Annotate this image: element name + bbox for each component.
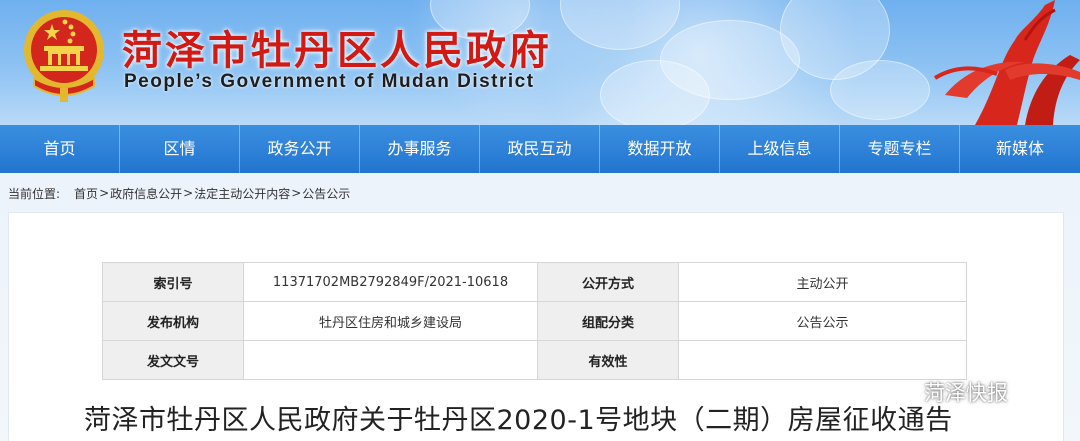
banner-decoration: [600, 60, 710, 125]
nav-item-new-media[interactable]: 新媒体: [960, 125, 1080, 173]
disclosure-method-label: 公开方式: [537, 262, 679, 302]
nav-item-services[interactable]: 办事服务: [360, 125, 480, 173]
nav-item-district-info[interactable]: 区情: [120, 125, 240, 173]
nav-item-special-topics[interactable]: 专题专栏: [840, 125, 960, 173]
wechat-icon: [888, 380, 918, 403]
breadcrumb-item-announcements[interactable]: 公告公示: [302, 185, 350, 202]
category-value: 公告公示: [678, 301, 967, 341]
table-row: 发布机构 牡丹区住房和城乡建设局 组配分类 公告公示: [102, 301, 967, 341]
site-title: 菏泽市牡丹区人民政府: [122, 27, 552, 74]
disclosure-method-value: 主动公开: [678, 262, 967, 302]
breadcrumb-separator: >: [99, 186, 110, 200]
table-row: 索引号 11371702MB2792849F/2021-10618 公开方式 主…: [102, 262, 967, 302]
breadcrumb-separator: >: [183, 186, 194, 200]
index-number-label: 索引号: [102, 262, 244, 302]
breadcrumb-label: 当前位置:: [8, 186, 61, 201]
publisher-label: 发布机构: [102, 301, 244, 341]
peony-sculpture-icon: [933, 0, 1080, 125]
nav-item-superior-info[interactable]: 上级信息: [720, 125, 840, 173]
site-subtitle: People’s Government of Mudan District: [124, 71, 535, 92]
document-number-label: 发文文号: [102, 340, 244, 380]
breadcrumb-item-home[interactable]: 首页: [74, 185, 98, 202]
header-banner: 菏泽市牡丹区人民政府 People’s Government of Mudan …: [0, 0, 1080, 125]
breadcrumb-item-statutory[interactable]: 法定主动公开内容: [194, 185, 290, 202]
nav-item-open-data[interactable]: 数据开放: [600, 125, 720, 173]
national-emblem-icon: [24, 10, 104, 102]
publisher-value: 牡丹区住房和城乡建设局: [243, 301, 538, 341]
nav-item-interaction[interactable]: 政民互动: [480, 125, 600, 173]
main-nav: 首页 区情 政务公开 办事服务 政民互动 数据开放 上级信息 专题专栏 新媒体: [0, 125, 1080, 173]
document-number-value: [243, 340, 538, 380]
breadcrumb-item-gov-info[interactable]: 政府信息公开: [110, 185, 182, 202]
index-number-value: 11371702MB2792849F/2021-10618: [243, 262, 538, 302]
banner-decoration: [560, 0, 680, 50]
validity-label: 有效性: [537, 340, 679, 380]
breadcrumb: 当前位置: 首页 > 政府信息公开 > 法定主动公开内容 > 公告公示: [8, 184, 350, 202]
watermark-text: 菏泽快报: [924, 381, 1008, 405]
category-label: 组配分类: [537, 301, 679, 341]
wechat-watermark: 菏泽快报: [888, 376, 1008, 408]
nav-item-home[interactable]: 首页: [0, 125, 120, 173]
nav-item-government-affairs[interactable]: 政务公开: [240, 125, 360, 173]
breadcrumb-separator: >: [291, 186, 302, 200]
validity-value: [678, 340, 967, 380]
document-meta-table: 索引号 11371702MB2792849F/2021-10618 公开方式 主…: [102, 262, 967, 380]
table-row: 发文文号 有效性: [102, 340, 967, 380]
